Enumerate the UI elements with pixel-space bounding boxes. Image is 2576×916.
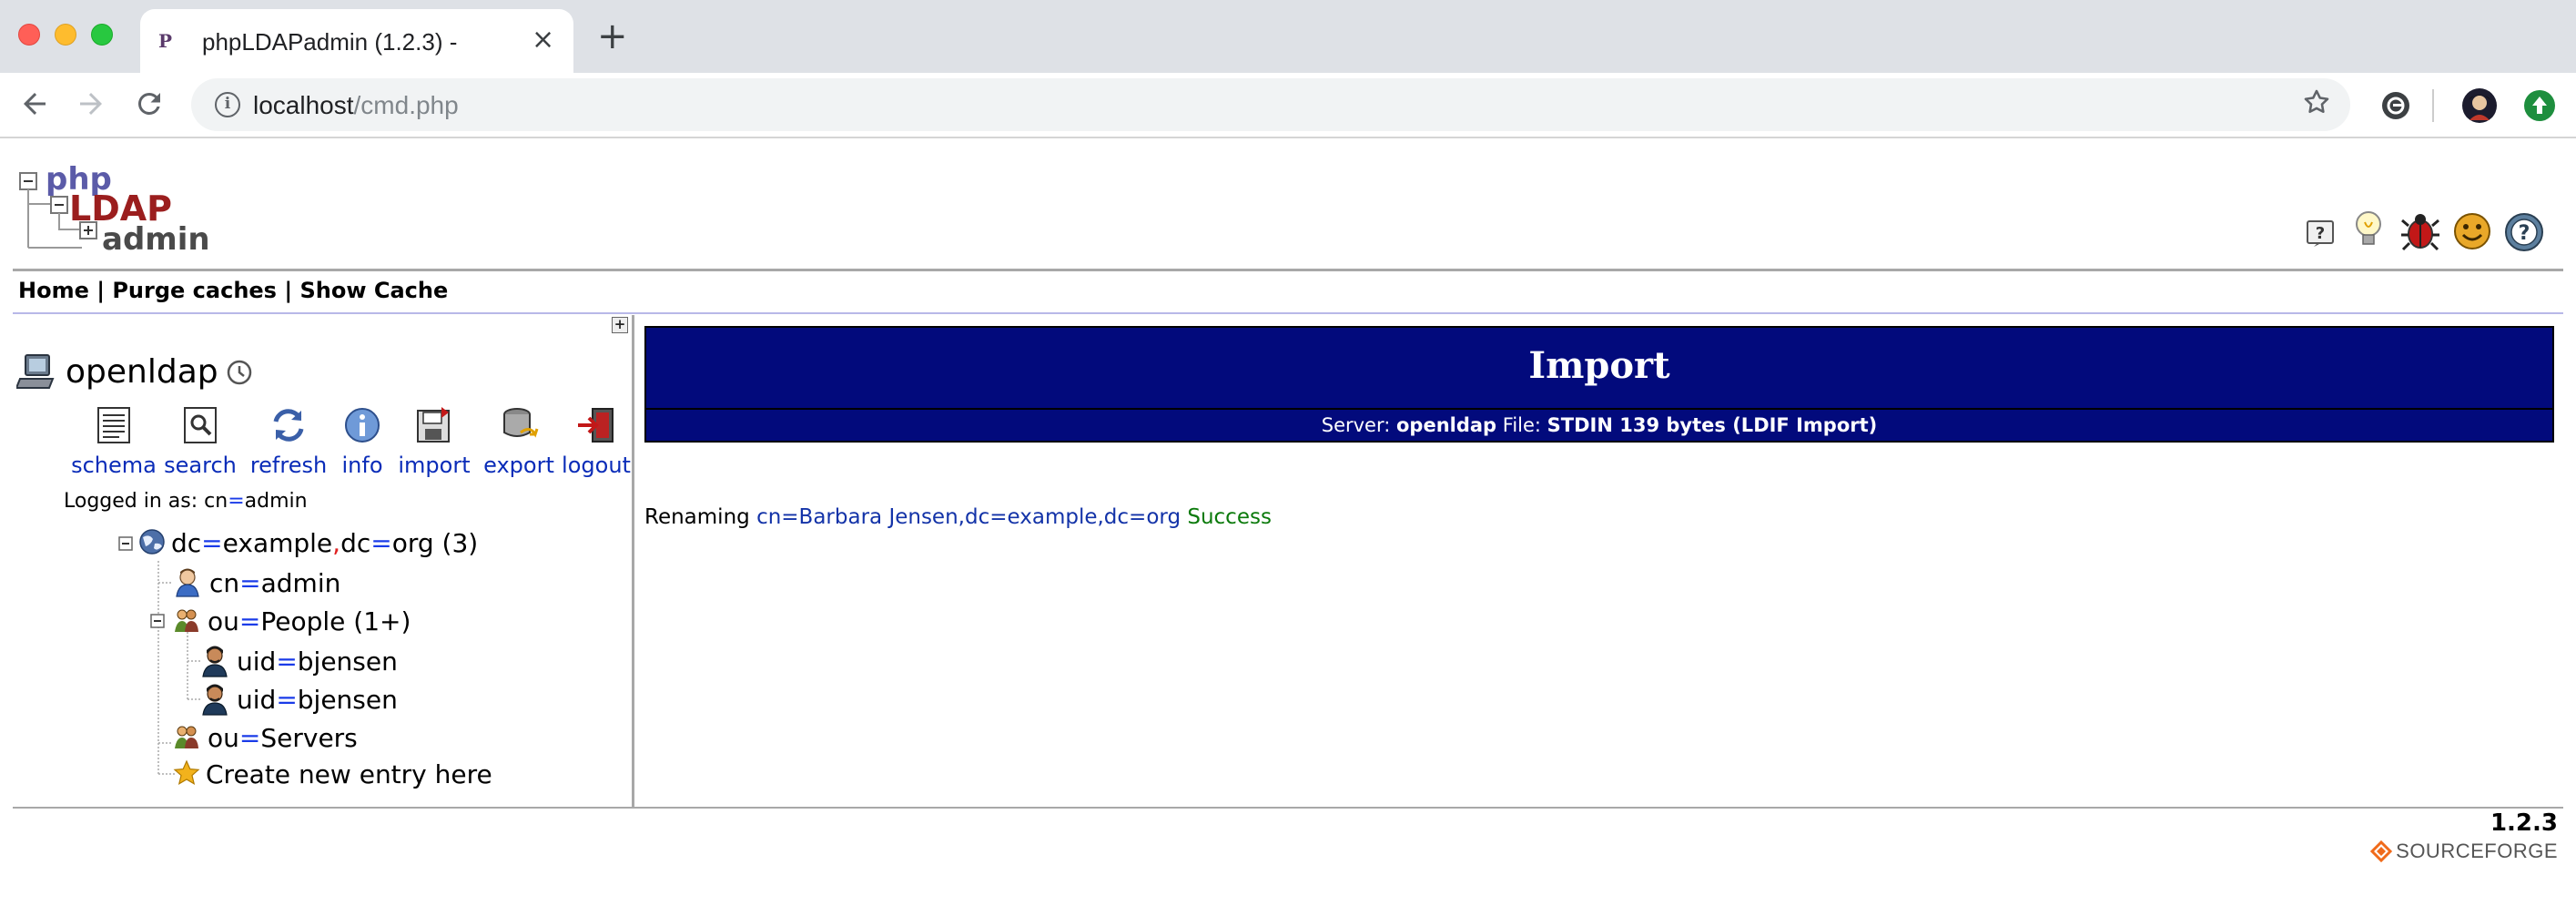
globe-icon	[139, 529, 165, 555]
tab-title: phpLDAPadmin (1.2.3) -	[202, 28, 458, 56]
extension-icon[interactable]	[2378, 87, 2414, 124]
page: php LDAP admin ? ? Home | Purge caches |…	[0, 140, 2576, 916]
svg-text:?: ?	[2519, 222, 2530, 245]
sourceforge-logo[interactable]: SOURCEFORGE	[2370, 840, 2558, 867]
result-dn-link[interactable]: cn=Barbara Jensen,dc=example,dc=org	[756, 505, 1181, 529]
sourceforge-diamond-icon	[2370, 840, 2393, 863]
tree-node-user[interactable]: uid=bjensen	[200, 645, 398, 677]
smiley-icon[interactable]	[2452, 211, 2492, 251]
browser-toolbar: i localhost/cmd.php	[0, 73, 2576, 138]
tree-node-admin[interactable]: cn=admin	[173, 566, 340, 598]
footer-divider	[13, 807, 2563, 809]
page-title: Import	[1528, 344, 1670, 387]
address-bar[interactable]: i localhost/cmd.php	[191, 78, 2350, 131]
update-icon[interactable]	[2521, 87, 2558, 124]
bug-icon[interactable]	[2399, 211, 2441, 253]
profile-avatar[interactable]	[2461, 87, 2498, 124]
browser-tab-active[interactable]: P phpLDAPadmin (1.2.3) - ×	[140, 9, 573, 73]
import-subtitle: Server: openldap File: STDIN 139 bytes (…	[644, 408, 2554, 443]
tree-node-people[interactable]: ou=People (1+)	[173, 606, 411, 636]
tree-create-entry[interactable]: Create new entry here	[173, 759, 492, 789]
new-tab-button[interactable]: +	[597, 18, 628, 55]
import-header: Import	[644, 326, 2554, 410]
minimize-window-button[interactable]	[55, 24, 76, 46]
toolbar-divider	[2432, 89, 2434, 122]
browser-tabbar: P phpLDAPadmin (1.2.3) - × +	[0, 0, 2576, 73]
bookmark-star-icon[interactable]	[2301, 87, 2332, 117]
question-icon[interactable]: ?	[2503, 211, 2545, 253]
result-status: Success	[1181, 505, 1272, 529]
back-icon[interactable]	[18, 87, 51, 120]
star-new-icon	[173, 759, 200, 786]
close-window-button[interactable]	[18, 24, 40, 46]
forward-icon[interactable]	[75, 87, 107, 120]
organizational-unit-icon	[175, 609, 198, 632]
phpldapadmin-favicon-icon: P	[158, 30, 173, 52]
version-label: 1.2.3	[2490, 809, 2558, 837]
lightbulb-icon[interactable]	[2352, 209, 2385, 251]
user-icon	[202, 646, 228, 677]
zoom-window-button[interactable]	[91, 24, 113, 46]
header-icons: ? ?	[2305, 209, 2551, 255]
close-tab-icon[interactable]: ×	[532, 24, 554, 56]
user-admin-icon	[176, 568, 199, 597]
site-info-icon[interactable]: i	[215, 92, 240, 117]
help-icon[interactable]: ?	[2305, 219, 2336, 249]
tree-node-servers[interactable]: ou=Servers	[173, 723, 358, 753]
url-text[interactable]: localhost/cmd.php	[253, 91, 459, 120]
organizational-unit-icon	[175, 726, 198, 748]
tree-node-root[interactable]: dc=example,dc=org (3)	[138, 528, 478, 558]
tree-node-user[interactable]: uid=bjensen	[200, 683, 398, 716]
import-result: Renaming cn=Barbara Jensen,dc=example,dc…	[644, 505, 1272, 529]
user-icon	[202, 684, 228, 716]
reload-icon[interactable]	[133, 87, 166, 120]
svg-text:?: ?	[2316, 224, 2325, 243]
